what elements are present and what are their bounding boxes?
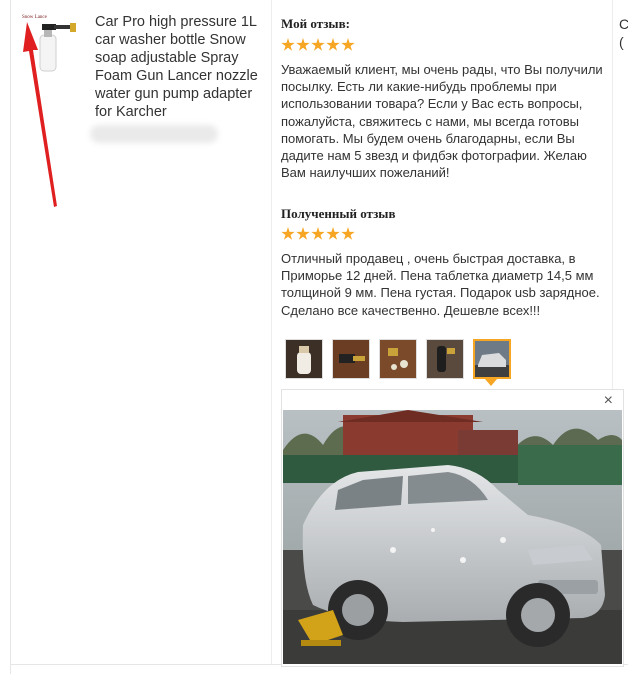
- close-icon[interactable]: ×: [604, 392, 613, 410]
- my-review-text: Уважаемый клиент, мы очень рады, что Вы …: [281, 62, 603, 181]
- right-column-text: С: [619, 16, 628, 32]
- star-icon: [326, 38, 340, 51]
- star-icon: [296, 227, 310, 240]
- frame-left-border: [10, 0, 11, 674]
- column-divider: [271, 0, 272, 664]
- right-column-text-2: (: [619, 34, 624, 50]
- product-title[interactable]: Car Pro high pressure 1L car washer bott…: [95, 13, 265, 121]
- red-arrow-annotation: [23, 22, 57, 207]
- star-icon: [296, 38, 310, 51]
- photo-thumb-foamed-car[interactable]: [473, 339, 511, 379]
- active-thumb-pointer: [485, 379, 497, 386]
- star-icon: [311, 38, 325, 51]
- star-icon: [341, 38, 355, 51]
- my-review-stars: [281, 38, 355, 52]
- blurred-attributes: [90, 125, 218, 143]
- received-review-heading: Полученный отзыв: [281, 206, 396, 221]
- received-review-text: Отличный продавец , очень быстрая достав…: [281, 251, 600, 318]
- photo-thumb-nozzle-tablets[interactable]: [379, 339, 417, 379]
- star-icon: [311, 227, 325, 240]
- star-icon: [281, 227, 295, 240]
- received-review-stars: [281, 227, 355, 241]
- photo-thumb-bottle[interactable]: [285, 339, 323, 379]
- star-icon: [281, 38, 295, 51]
- review-photo-foamed-car[interactable]: [283, 410, 622, 664]
- star-icon: [326, 227, 340, 240]
- photo-thumb-foam-gun[interactable]: [426, 339, 464, 379]
- review-photo-strip: [285, 339, 511, 379]
- star-icon: [341, 227, 355, 240]
- my-review-heading: Мой отзыв:: [281, 16, 350, 31]
- photo-viewer: ×: [281, 389, 624, 667]
- photo-thumb-lance-parts[interactable]: [332, 339, 370, 379]
